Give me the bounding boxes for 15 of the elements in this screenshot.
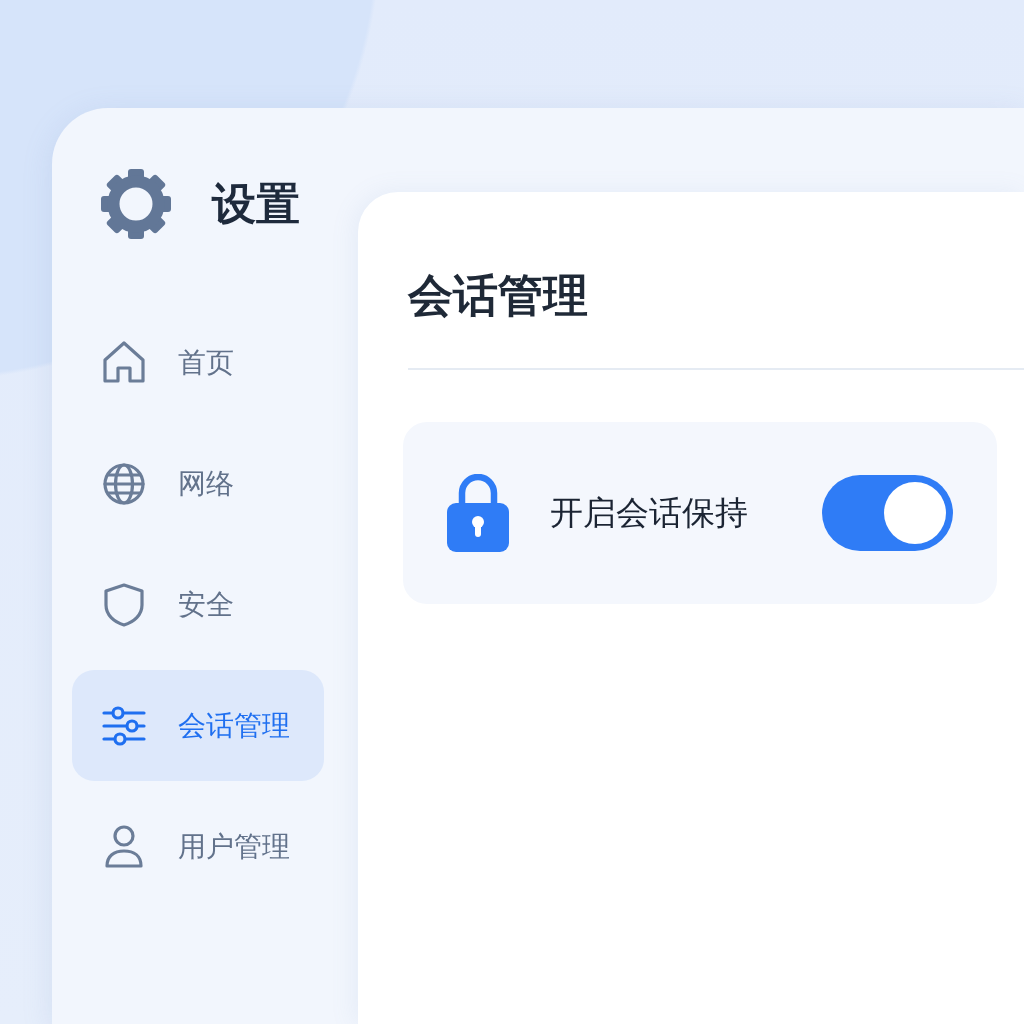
- house-icon: [102, 340, 146, 385]
- person-icon: [102, 824, 146, 869]
- sidebar-item[interactable]: 会话管理: [72, 670, 324, 781]
- setting-label: 开启会话保持: [550, 491, 749, 534]
- sidebar-item[interactable]: 用户管理: [72, 791, 324, 902]
- page-title: 会话管理: [408, 268, 589, 324]
- sidebar-title: 设置: [212, 177, 300, 231]
- sidebar-item[interactable]: 安全: [72, 549, 324, 660]
- settings-icon: [100, 168, 172, 240]
- shield-icon: [102, 582, 146, 627]
- sidebar-item[interactable]: 网络: [72, 428, 324, 539]
- sidebar-item[interactable]: 首页: [72, 307, 324, 418]
- globe-icon: [102, 461, 146, 506]
- padlock-icon: [447, 474, 509, 552]
- sliders-icon: [102, 703, 146, 748]
